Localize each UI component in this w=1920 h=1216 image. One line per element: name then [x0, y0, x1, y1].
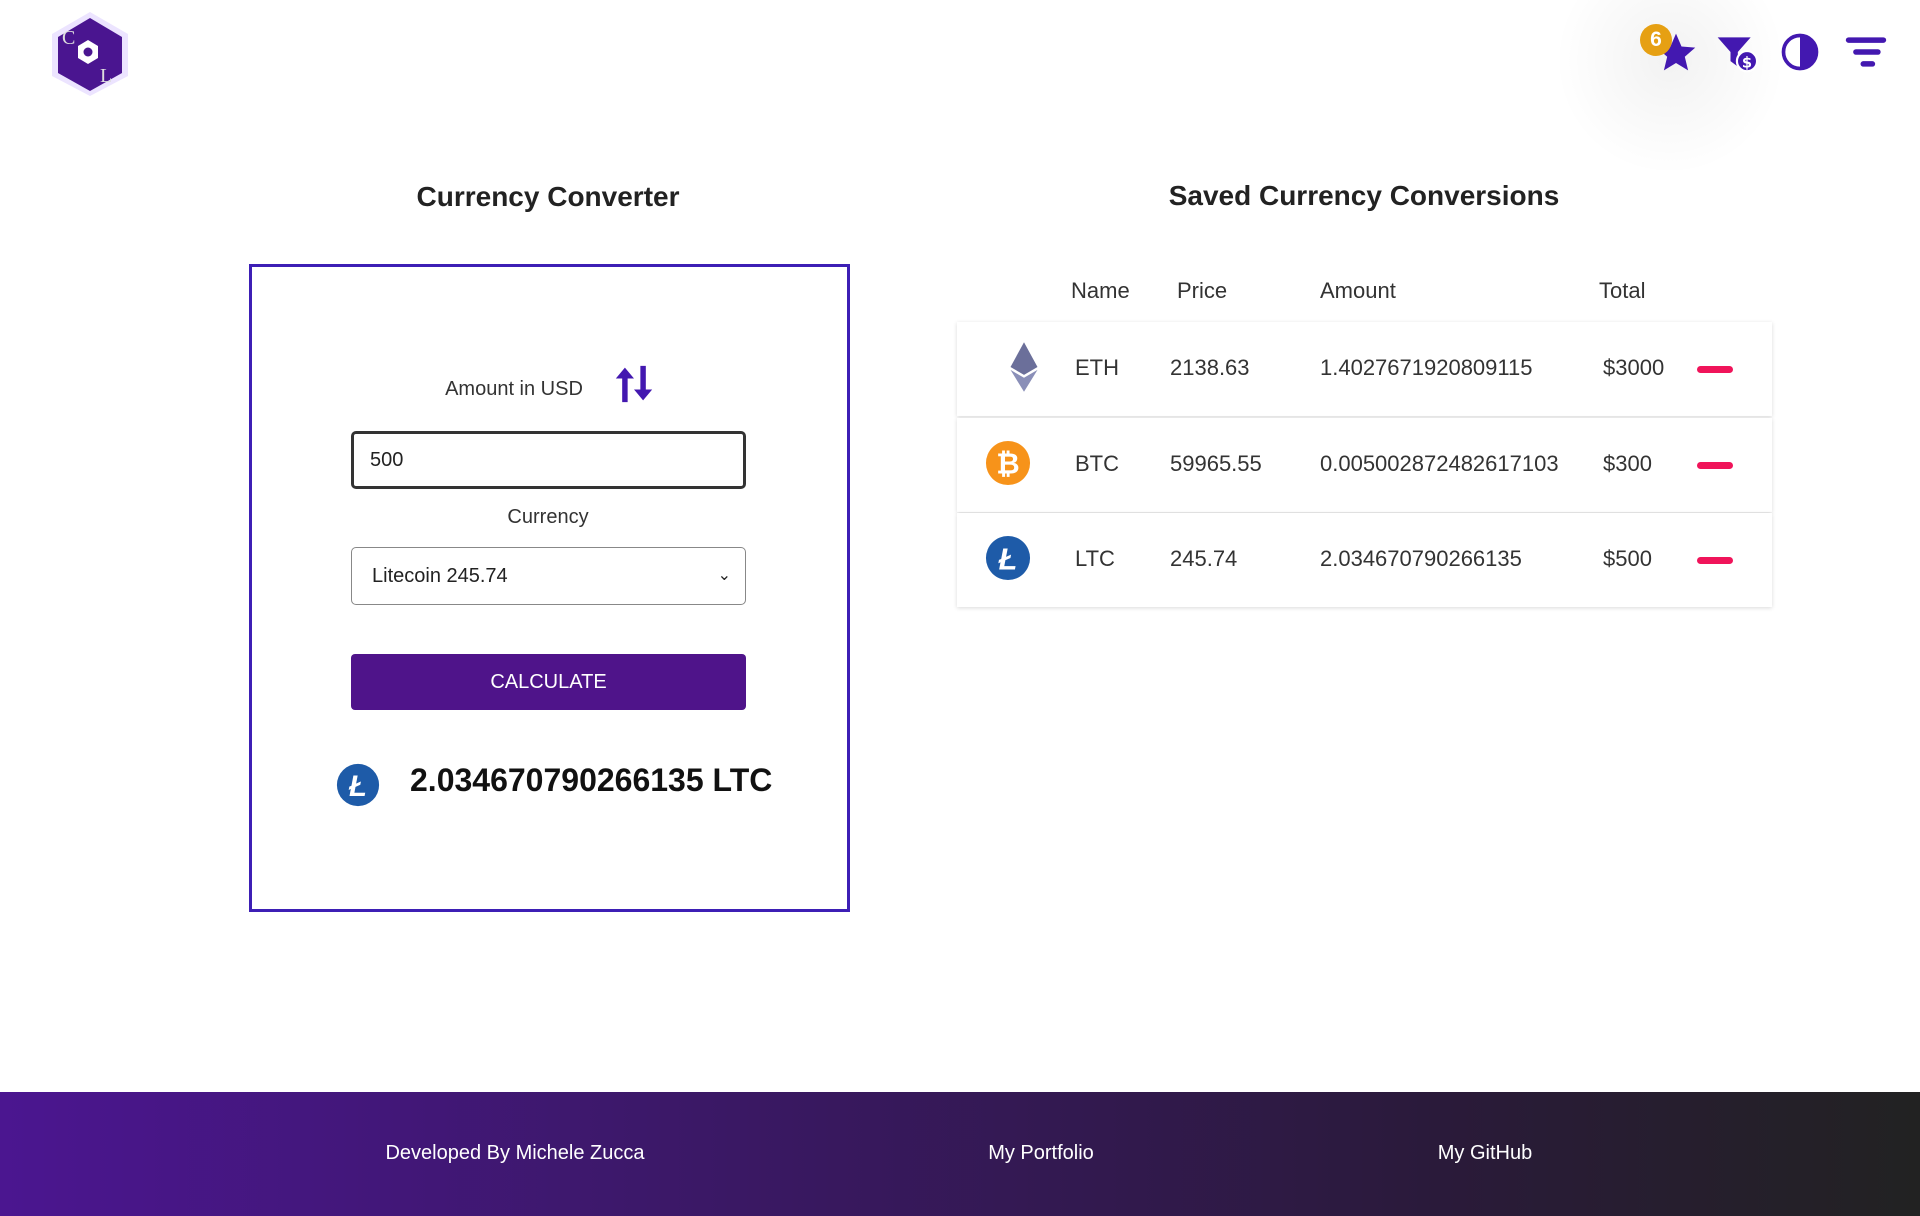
- row-price: 245.74: [1170, 546, 1238, 571]
- svg-text:$: $: [1742, 55, 1752, 72]
- row-total: $300: [1603, 451, 1652, 476]
- row-name: LTC: [1075, 546, 1115, 571]
- column-header-total: Total: [1599, 278, 1646, 303]
- remove-button[interactable]: [1697, 366, 1733, 373]
- svg-text:Ł: Ł: [348, 770, 367, 803]
- row-amount: 2.034670790266135: [1320, 546, 1522, 571]
- column-header-amount: Amount: [1320, 278, 1396, 303]
- row-name: ETH: [1075, 355, 1119, 380]
- bitcoin-icon: ₿: [985, 440, 1031, 486]
- row-amount: 0.005002872482617103: [1320, 451, 1559, 476]
- remove-button[interactable]: [1697, 557, 1733, 564]
- remove-button[interactable]: [1697, 462, 1733, 469]
- svg-text:C: C: [62, 27, 75, 49]
- svg-text:₿: ₿: [996, 449, 1019, 481]
- saved-title: Saved Currency Conversions: [1168, 180, 1560, 211]
- favorites-count-badge: 6: [1640, 24, 1672, 56]
- litecoin-icon: Ł: [336, 763, 380, 807]
- ethereum-icon: [1010, 342, 1038, 392]
- portfolio-link[interactable]: My Portfolio: [988, 1142, 1094, 1165]
- calculate-button[interactable]: CALCULATE: [351, 654, 746, 710]
- hover-glow: [1540, 0, 1800, 180]
- amount-label: Amount in USD: [445, 378, 583, 400]
- row-total: $3000: [1603, 355, 1665, 380]
- table-row: ₿ BTC 59965.55 0.005002872482617103 $300: [957, 418, 1772, 512]
- swap-arrows-icon[interactable]: [612, 364, 656, 404]
- row-amount: 1.4027671920809115: [1320, 355, 1533, 380]
- table-row: Ł LTC 245.74 2.034670790266135 $500: [957, 513, 1772, 607]
- row-price: 2138.63: [1170, 355, 1250, 380]
- row-name: BTC: [1075, 451, 1119, 476]
- github-link[interactable]: My GitHub: [1438, 1142, 1532, 1165]
- amount-input[interactable]: 500: [351, 431, 746, 489]
- litecoin-icon: Ł: [985, 535, 1031, 581]
- svg-text:L: L: [100, 65, 112, 87]
- currency-select[interactable]: Litecoin 245.74 ⌄: [351, 547, 746, 605]
- row-total: $500: [1603, 546, 1652, 571]
- currency-selected-value: Litecoin 245.74: [372, 565, 508, 587]
- row-price: 59965.55: [1170, 451, 1262, 476]
- footer: Developed By Michele Zucca My Portfolio …: [0, 1092, 1920, 1216]
- column-header-price: Price: [1177, 278, 1228, 303]
- table-row: ETH 2138.63 1.4027671920809115 $3000: [957, 322, 1772, 416]
- column-header-name: Name: [1071, 278, 1130, 303]
- conversion-result: 2.034670790266135 LTC: [410, 762, 773, 798]
- menu-icon[interactable]: [1844, 30, 1888, 74]
- currency-filter-icon[interactable]: $: [1714, 30, 1758, 74]
- converter-title: Currency Converter: [416, 181, 680, 212]
- svg-text:Ł: Ł: [998, 543, 1018, 577]
- theme-contrast-icon[interactable]: [1778, 30, 1822, 74]
- app-logo[interactable]: C L: [48, 10, 132, 98]
- chevron-down-icon: ⌄: [717, 567, 731, 584]
- developer-credit: Developed By Michele Zucca: [385, 1142, 645, 1164]
- currency-label: Currency: [507, 506, 589, 528]
